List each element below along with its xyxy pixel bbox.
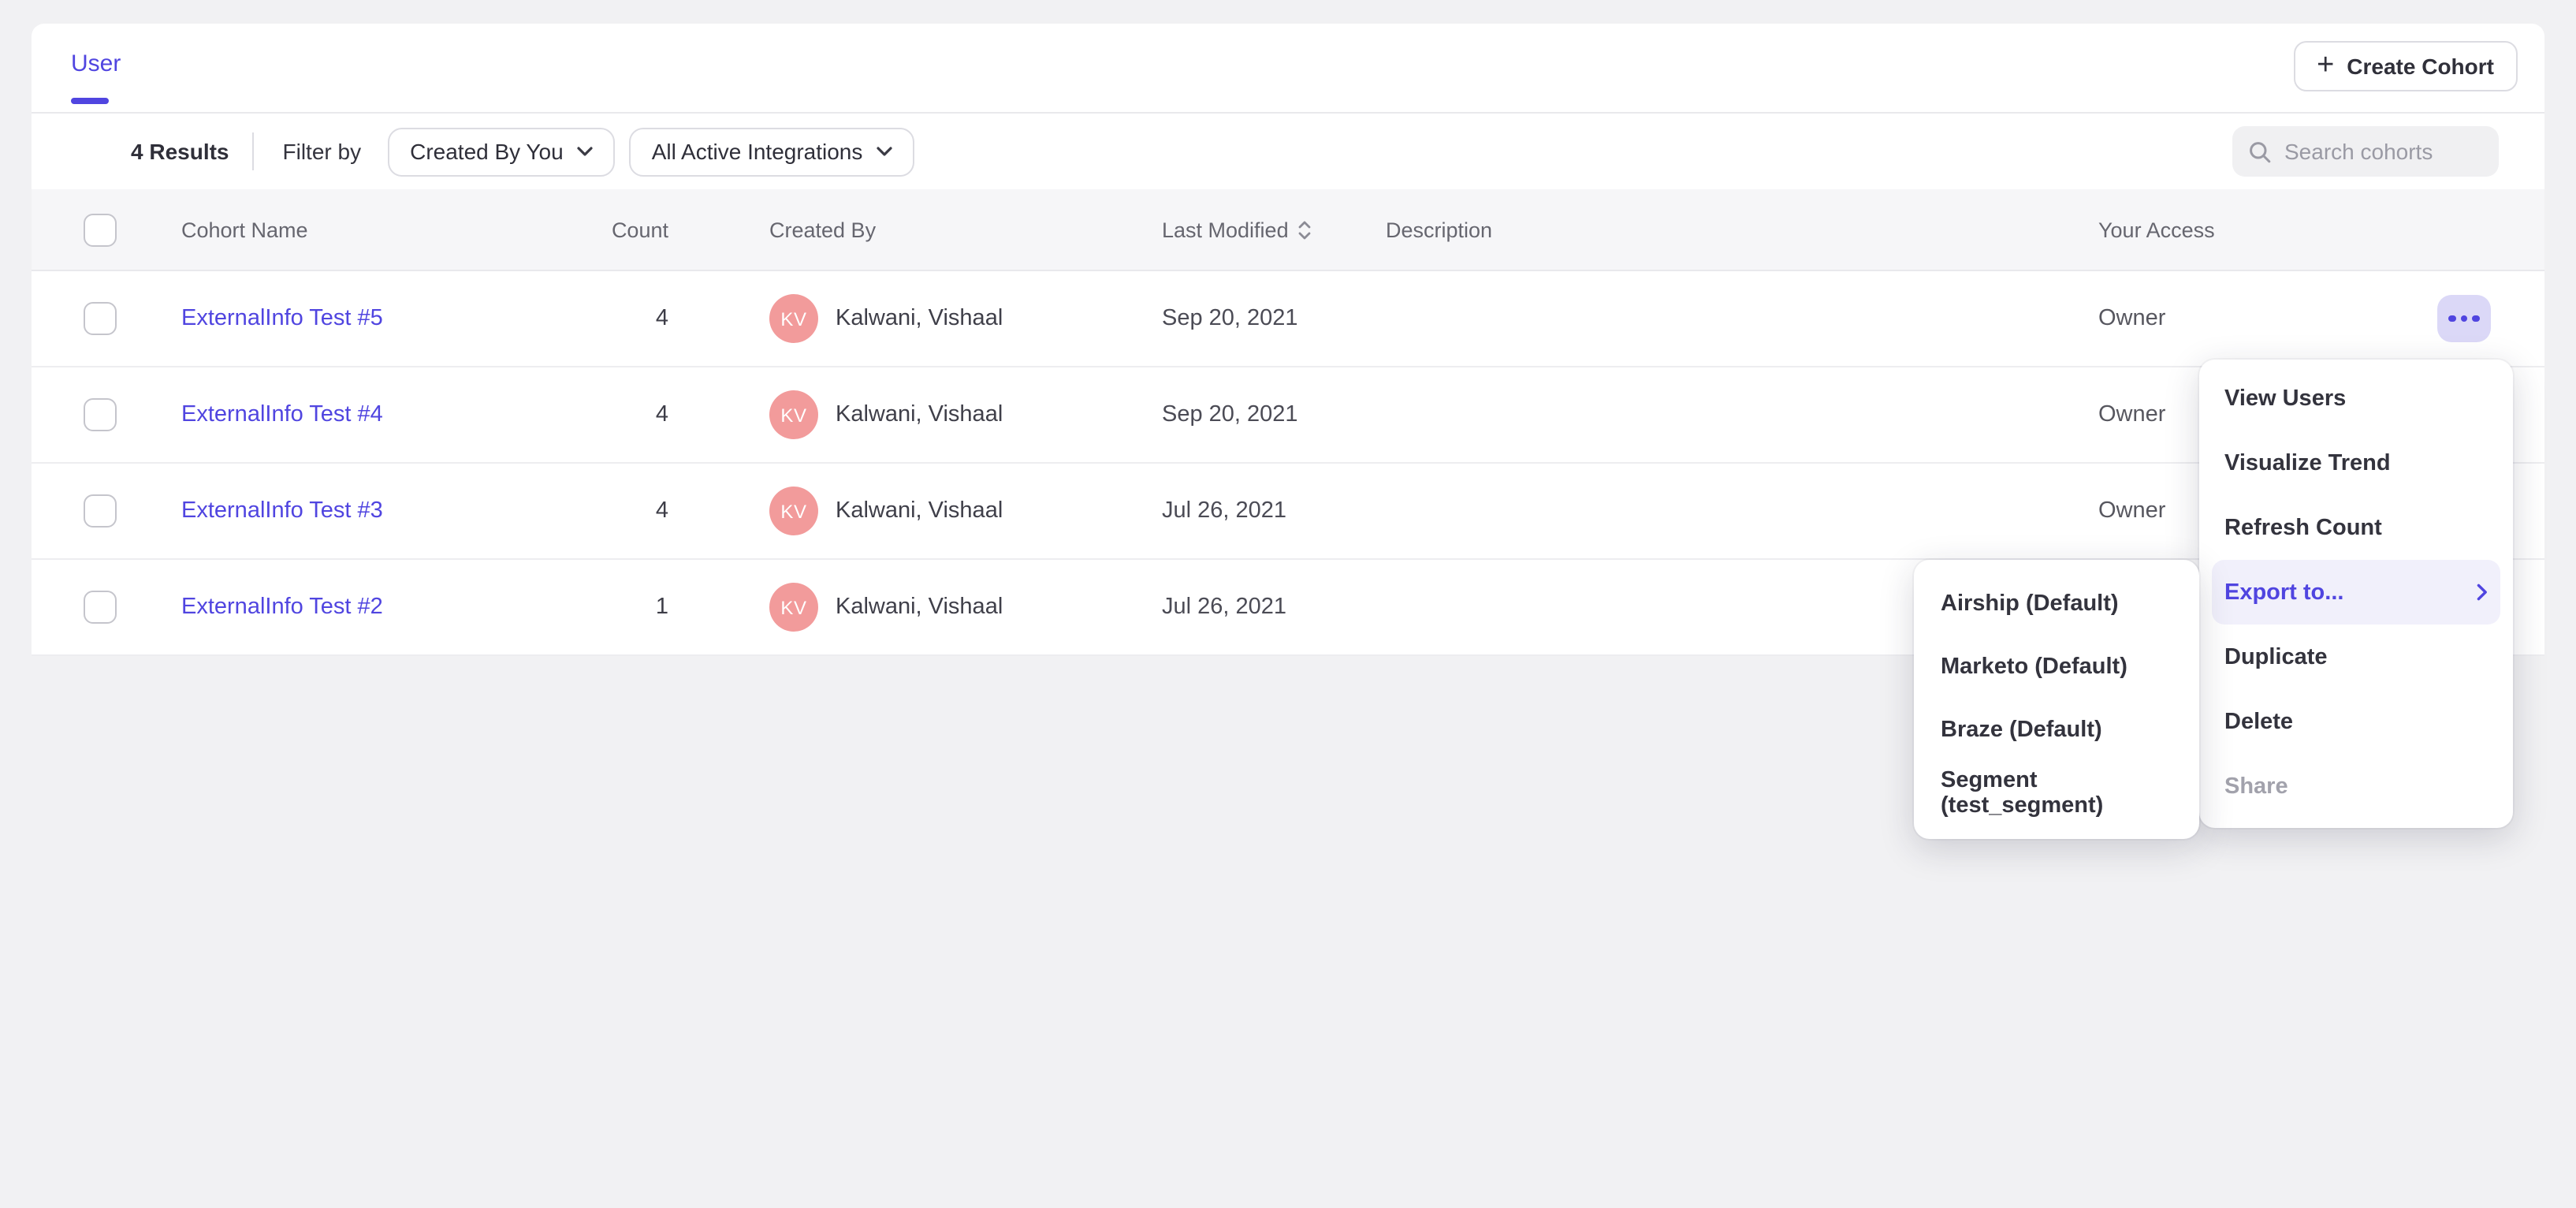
- created-by-cell: Kalwani, Vishaal: [836, 595, 1003, 620]
- filter-by-label: Filter by: [283, 139, 362, 164]
- menu-item-duplicate[interactable]: Duplicate: [2212, 625, 2500, 689]
- access-cell: Owner: [2098, 306, 2165, 331]
- search-icon: [2248, 140, 2272, 163]
- avatar: KV: [769, 390, 818, 439]
- results-count: 4 Results: [131, 139, 229, 164]
- count-cell: 4: [504, 402, 668, 427]
- cohort-name-link[interactable]: ExternalInfo Test #4: [181, 402, 383, 427]
- integrations-filter-button[interactable]: All Active Integrations: [630, 127, 915, 176]
- submenu-item-segment[interactable]: Segment (test_segment): [1923, 762, 2190, 825]
- column-header-description: Description: [1386, 218, 1492, 241]
- last-modified-label: Last Modified: [1162, 218, 1289, 241]
- more-actions-button[interactable]: [2437, 295, 2491, 342]
- row-checkbox[interactable]: [84, 302, 117, 335]
- column-header-created-by: Created By: [769, 218, 876, 241]
- menu-item-delete[interactable]: Delete: [2212, 689, 2500, 754]
- table-header: Cohort Name Count Created By Last Modifi…: [32, 189, 2544, 271]
- integrations-filter-label: All Active Integrations: [652, 139, 863, 164]
- menu-item-view-users[interactable]: View Users: [2212, 366, 2500, 431]
- avatar: KV: [769, 294, 818, 343]
- column-header-your-access: Your Access: [2098, 218, 2215, 241]
- menu-item-visualize-trend[interactable]: Visualize Trend: [2212, 431, 2500, 495]
- submenu-item-airship[interactable]: Airship (Default): [1923, 572, 2190, 636]
- create-cohort-label: Create Cohort: [2347, 54, 2494, 79]
- table-row[interactable]: ExternalInfo Test #4 4 KV Kalwani, Visha…: [32, 367, 2544, 464]
- plus-icon: +: [2317, 50, 2334, 80]
- select-all-checkbox[interactable]: [84, 213, 117, 246]
- search-box[interactable]: [2232, 126, 2499, 177]
- row-checkbox[interactable]: [84, 398, 117, 431]
- last-modified-cell: Sep 20, 2021: [1162, 306, 1298, 331]
- chevron-right-icon: [2477, 583, 2488, 601]
- active-tab-underline: [71, 98, 109, 103]
- cohort-name-link[interactable]: ExternalInfo Test #3: [181, 498, 383, 524]
- sort-icon: [1298, 219, 1312, 240]
- column-header-count: Count: [504, 218, 668, 241]
- created-by-filter-label: Created By You: [410, 139, 564, 164]
- row-checkbox[interactable]: [84, 494, 117, 528]
- cohort-name-link[interactable]: ExternalInfo Test #2: [181, 595, 383, 620]
- column-header-last-modified[interactable]: Last Modified: [1162, 218, 1312, 241]
- submenu-item-braze[interactable]: Braze (Default): [1923, 699, 2190, 762]
- table-row[interactable]: ExternalInfo Test #3 4 KV Kalwani, Visha…: [32, 464, 2544, 560]
- submenu-item-marketo[interactable]: Marketo (Default): [1923, 636, 2190, 699]
- chevron-down-icon: [877, 147, 892, 156]
- menu-item-export-to[interactable]: Export to...: [2212, 560, 2500, 625]
- row-checkbox[interactable]: [84, 591, 117, 624]
- count-cell: 1: [504, 595, 668, 620]
- created-by-cell: Kalwani, Vishaal: [836, 402, 1003, 427]
- search-input[interactable]: [2284, 139, 2474, 164]
- create-cohort-button[interactable]: + Create Cohort: [2293, 41, 2518, 91]
- count-cell: 4: [504, 306, 668, 331]
- column-header-cohort-name: Cohort Name: [181, 218, 308, 241]
- avatar: KV: [769, 487, 818, 535]
- menu-item-refresh-count[interactable]: Refresh Count: [2212, 495, 2500, 560]
- created-by-cell: Kalwani, Vishaal: [836, 306, 1003, 331]
- filter-toolbar: 4 Results Filter by Created By You All A…: [32, 114, 2544, 189]
- created-by-filter-button[interactable]: Created By You: [388, 127, 616, 176]
- table-row[interactable]: ExternalInfo Test #5 4 KV Kalwani, Visha…: [32, 271, 2544, 367]
- last-modified-cell: Sep 20, 2021: [1162, 402, 1298, 427]
- tab-user[interactable]: User: [71, 50, 121, 77]
- last-modified-cell: Jul 26, 2021: [1162, 595, 1286, 620]
- created-by-cell: Kalwani, Vishaal: [836, 498, 1003, 524]
- menu-item-share: Share: [2212, 754, 2500, 818]
- access-cell: Owner: [2098, 498, 2165, 524]
- row-actions-menu: View Users Visualize Trend Refresh Count…: [2199, 360, 2513, 828]
- toolbar-divider: [253, 132, 255, 170]
- cohort-name-link[interactable]: ExternalInfo Test #5: [181, 306, 383, 331]
- count-cell: 4: [504, 498, 668, 524]
- export-submenu: Airship (Default) Marketo (Default) Braz…: [1914, 560, 2199, 839]
- tab-bar: User + Create Cohort: [32, 24, 2544, 114]
- cohorts-page: User + Create Cohort 4 Results Filter by…: [0, 0, 2576, 1208]
- access-cell: Owner: [2098, 402, 2165, 427]
- chevron-down-icon: [578, 147, 594, 156]
- last-modified-cell: Jul 26, 2021: [1162, 498, 1286, 524]
- avatar: KV: [769, 583, 818, 632]
